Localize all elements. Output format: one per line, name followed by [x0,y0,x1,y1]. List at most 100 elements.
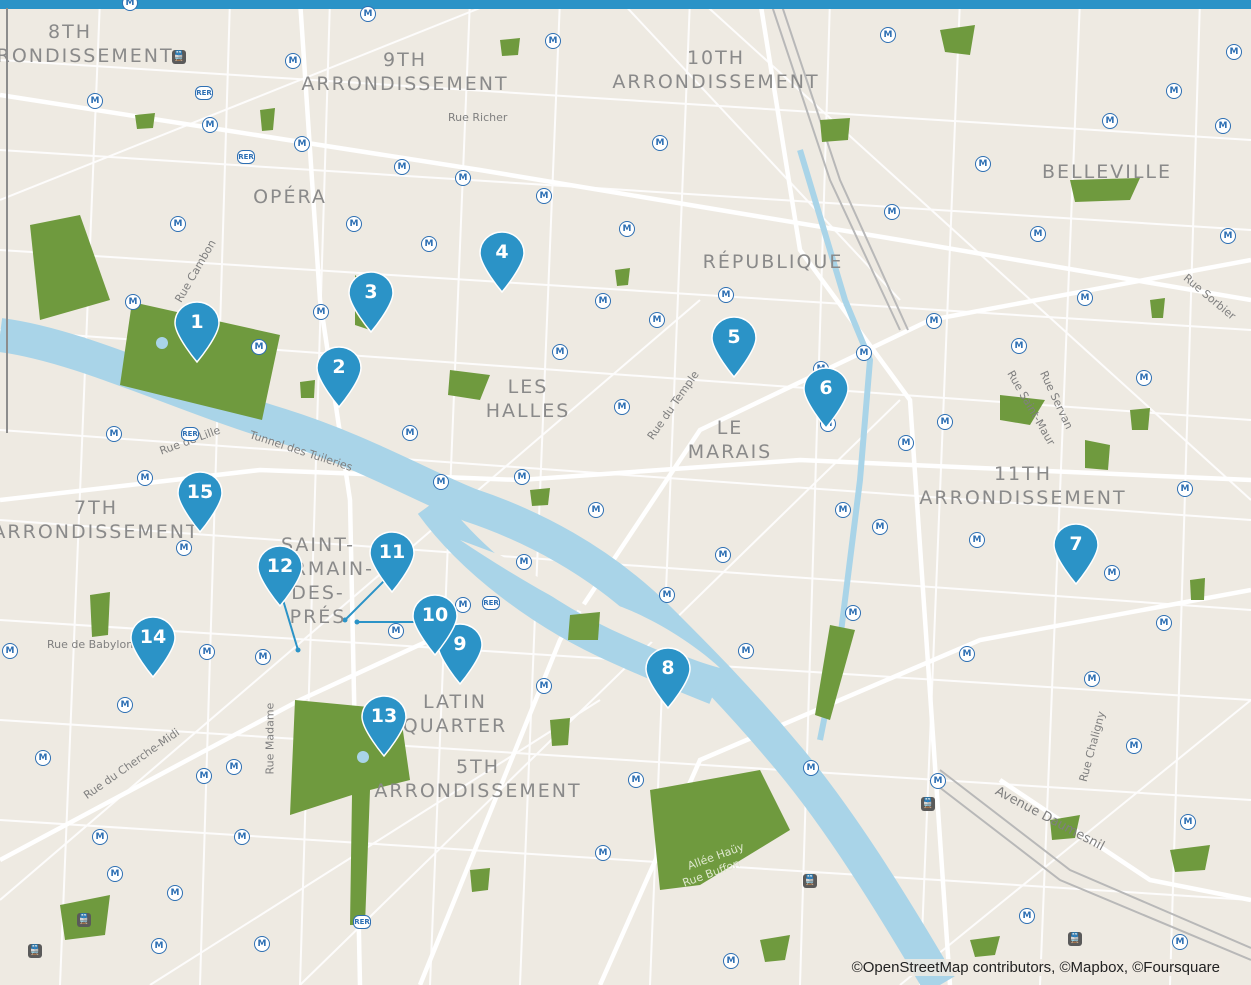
metro-station-icon[interactable]: M [1226,44,1242,60]
metro-station-icon[interactable]: M [251,339,267,355]
metro-station-icon[interactable]: M [619,221,635,237]
train-station-icon[interactable]: 🚆 [803,874,817,888]
metro-station-icon[interactable]: M [552,344,568,360]
metro-station-icon[interactable]: M [313,304,329,320]
rer-station-icon[interactable]: RER [195,86,213,100]
metro-station-icon[interactable]: M [226,759,242,775]
metro-station-icon[interactable]: M [595,845,611,861]
metro-station-icon[interactable]: M [394,159,410,175]
metro-station-icon[interactable]: M [107,866,123,882]
metro-station-icon[interactable]: M [595,293,611,309]
map-marker-3[interactable]: 3 [347,270,395,334]
metro-station-icon[interactable]: M [1019,908,1035,924]
rer-station-icon[interactable]: RER [181,427,199,441]
metro-station-icon[interactable]: M [199,644,215,660]
metro-station-icon[interactable]: M [926,313,942,329]
metro-station-icon[interactable]: M [176,540,192,556]
metro-station-icon[interactable]: M [1220,228,1236,244]
map-marker-13[interactable]: 13 [360,694,408,758]
metro-station-icon[interactable]: M [872,519,888,535]
metro-station-icon[interactable]: M [1102,113,1118,129]
metro-station-icon[interactable]: M [433,474,449,490]
metro-station-icon[interactable]: M [167,885,183,901]
metro-station-icon[interactable]: M [202,117,218,133]
train-station-icon[interactable]: 🚆 [172,50,186,64]
metro-station-icon[interactable]: M [803,760,819,776]
map-marker-1[interactable]: 1 [173,300,221,364]
metro-station-icon[interactable]: M [92,829,108,845]
metro-station-icon[interactable]: M [545,33,561,49]
metro-station-icon[interactable]: M [1126,738,1142,754]
map-marker-4[interactable]: 4 [478,230,526,294]
metro-station-icon[interactable]: M [969,532,985,548]
metro-station-icon[interactable]: M [930,773,946,789]
map-marker-7[interactable]: 7 [1052,522,1100,586]
map-marker-5[interactable]: 5 [710,315,758,379]
metro-station-icon[interactable]: M [1030,226,1046,242]
metro-station-icon[interactable]: M [117,697,133,713]
map-marker-11[interactable]: 11 [368,530,416,594]
metro-station-icon[interactable]: M [402,425,418,441]
map-attribution[interactable]: ©OpenStreetMap contributors, ©Mapbox, ©F… [849,959,1222,976]
metro-station-icon[interactable]: M [170,216,186,232]
metro-station-icon[interactable]: M [125,294,141,310]
metro-station-icon[interactable]: M [1180,814,1196,830]
map-marker-6[interactable]: 6 [802,366,850,430]
metro-station-icon[interactable]: M [137,470,153,486]
metro-station-icon[interactable]: M [285,53,301,69]
metro-station-icon[interactable]: M [2,643,18,659]
metro-station-icon[interactable]: M [975,156,991,172]
metro-station-icon[interactable]: M [884,204,900,220]
map-marker-10[interactable]: 10 [411,593,459,657]
rer-station-icon[interactable]: RER [237,150,255,164]
rer-station-icon[interactable]: RER [353,915,371,929]
metro-station-icon[interactable]: M [659,587,675,603]
metro-station-icon[interactable]: M [959,646,975,662]
metro-station-icon[interactable]: M [1077,290,1093,306]
metro-station-icon[interactable]: M [715,547,731,563]
map-marker-12[interactable]: 12 [256,544,304,608]
metro-station-icon[interactable]: M [87,93,103,109]
metro-station-icon[interactable]: M [835,502,851,518]
metro-station-icon[interactable]: M [151,938,167,954]
metro-station-icon[interactable]: M [234,829,250,845]
metro-station-icon[interactable]: M [652,135,668,151]
metro-station-icon[interactable]: M [388,623,404,639]
train-station-icon[interactable]: 🚆 [1068,932,1082,946]
metro-station-icon[interactable]: M [649,312,665,328]
metro-station-icon[interactable]: M [723,953,739,969]
metro-station-icon[interactable]: M [516,554,532,570]
metro-station-icon[interactable]: M [588,502,604,518]
metro-station-icon[interactable]: M [1166,83,1182,99]
metro-station-icon[interactable]: M [1084,671,1100,687]
metro-station-icon[interactable]: M [294,136,310,152]
metro-station-icon[interactable]: M [880,27,896,43]
metro-station-icon[interactable]: M [536,678,552,694]
train-station-icon[interactable]: 🚆 [28,944,42,958]
metro-station-icon[interactable]: M [455,170,471,186]
metro-station-icon[interactable]: M [346,216,362,232]
rer-station-icon[interactable]: RER [482,596,500,610]
metro-station-icon[interactable]: M [536,188,552,204]
metro-station-icon[interactable]: M [35,750,51,766]
metro-station-icon[interactable]: M [1156,615,1172,631]
metro-station-icon[interactable]: M [1136,370,1152,386]
map-marker-2[interactable]: 2 [315,345,363,409]
map-canvas[interactable]: 8TH ARRONDISSEMENT 9TH ARRONDISSEMENT 10… [0,0,1251,985]
metro-station-icon[interactable]: M [255,649,271,665]
metro-station-icon[interactable]: M [106,426,122,442]
metro-station-icon[interactable]: M [1172,934,1188,950]
train-station-icon[interactable]: 🚆 [921,797,935,811]
metro-station-icon[interactable]: M [360,6,376,22]
metro-station-icon[interactable]: M [1177,481,1193,497]
metro-station-icon[interactable]: M [1104,565,1120,581]
metro-station-icon[interactable]: M [718,287,734,303]
metro-station-icon[interactable]: M [196,768,212,784]
metro-station-icon[interactable]: M [514,469,530,485]
map-marker-15[interactable]: 15 [176,470,224,534]
map-marker-14[interactable]: 14 [129,615,177,679]
metro-station-icon[interactable]: M [845,605,861,621]
metro-station-icon[interactable]: M [254,936,270,952]
metro-station-icon[interactable]: M [1215,118,1231,134]
metro-station-icon[interactable]: M [937,414,953,430]
